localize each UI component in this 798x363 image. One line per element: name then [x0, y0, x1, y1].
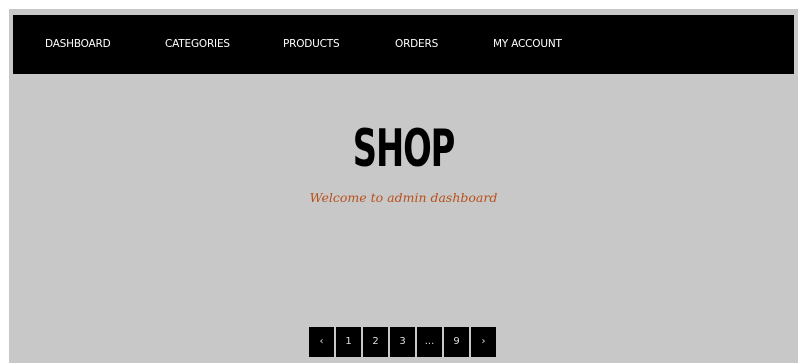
- nav-item-orders[interactable]: ORDERS: [395, 15, 438, 74]
- pagination-page-1[interactable]: 1: [336, 327, 361, 357]
- pagination-page-3[interactable]: 3: [390, 327, 415, 357]
- pagination-prev-button[interactable]: ‹: [309, 327, 334, 357]
- nav-item-categories[interactable]: CATEGORIES: [165, 15, 230, 74]
- pagination: ‹ 1 2 3 ... 9 ›: [309, 327, 496, 357]
- welcome-subtitle: Welcome to admin dashboard: [309, 190, 498, 205]
- top-navigation-bar: DASHBOARD CATEGORIES PRODUCTS ORDERS MY …: [13, 15, 794, 74]
- pagination-page-2[interactable]: 2: [363, 327, 388, 357]
- nav-item-my-account[interactable]: MY ACCOUNT: [493, 15, 562, 74]
- pagination-next-button[interactable]: ›: [471, 327, 496, 357]
- page-title: SHOP: [352, 119, 456, 179]
- nav-item-dashboard[interactable]: DASHBOARD: [45, 15, 111, 74]
- pagination-page-9[interactable]: 9: [444, 327, 469, 357]
- nav-item-products[interactable]: PRODUCTS: [283, 15, 340, 74]
- page-background: DASHBOARD CATEGORIES PRODUCTS ORDERS MY …: [9, 9, 798, 363]
- pagination-ellipsis: ...: [417, 327, 442, 357]
